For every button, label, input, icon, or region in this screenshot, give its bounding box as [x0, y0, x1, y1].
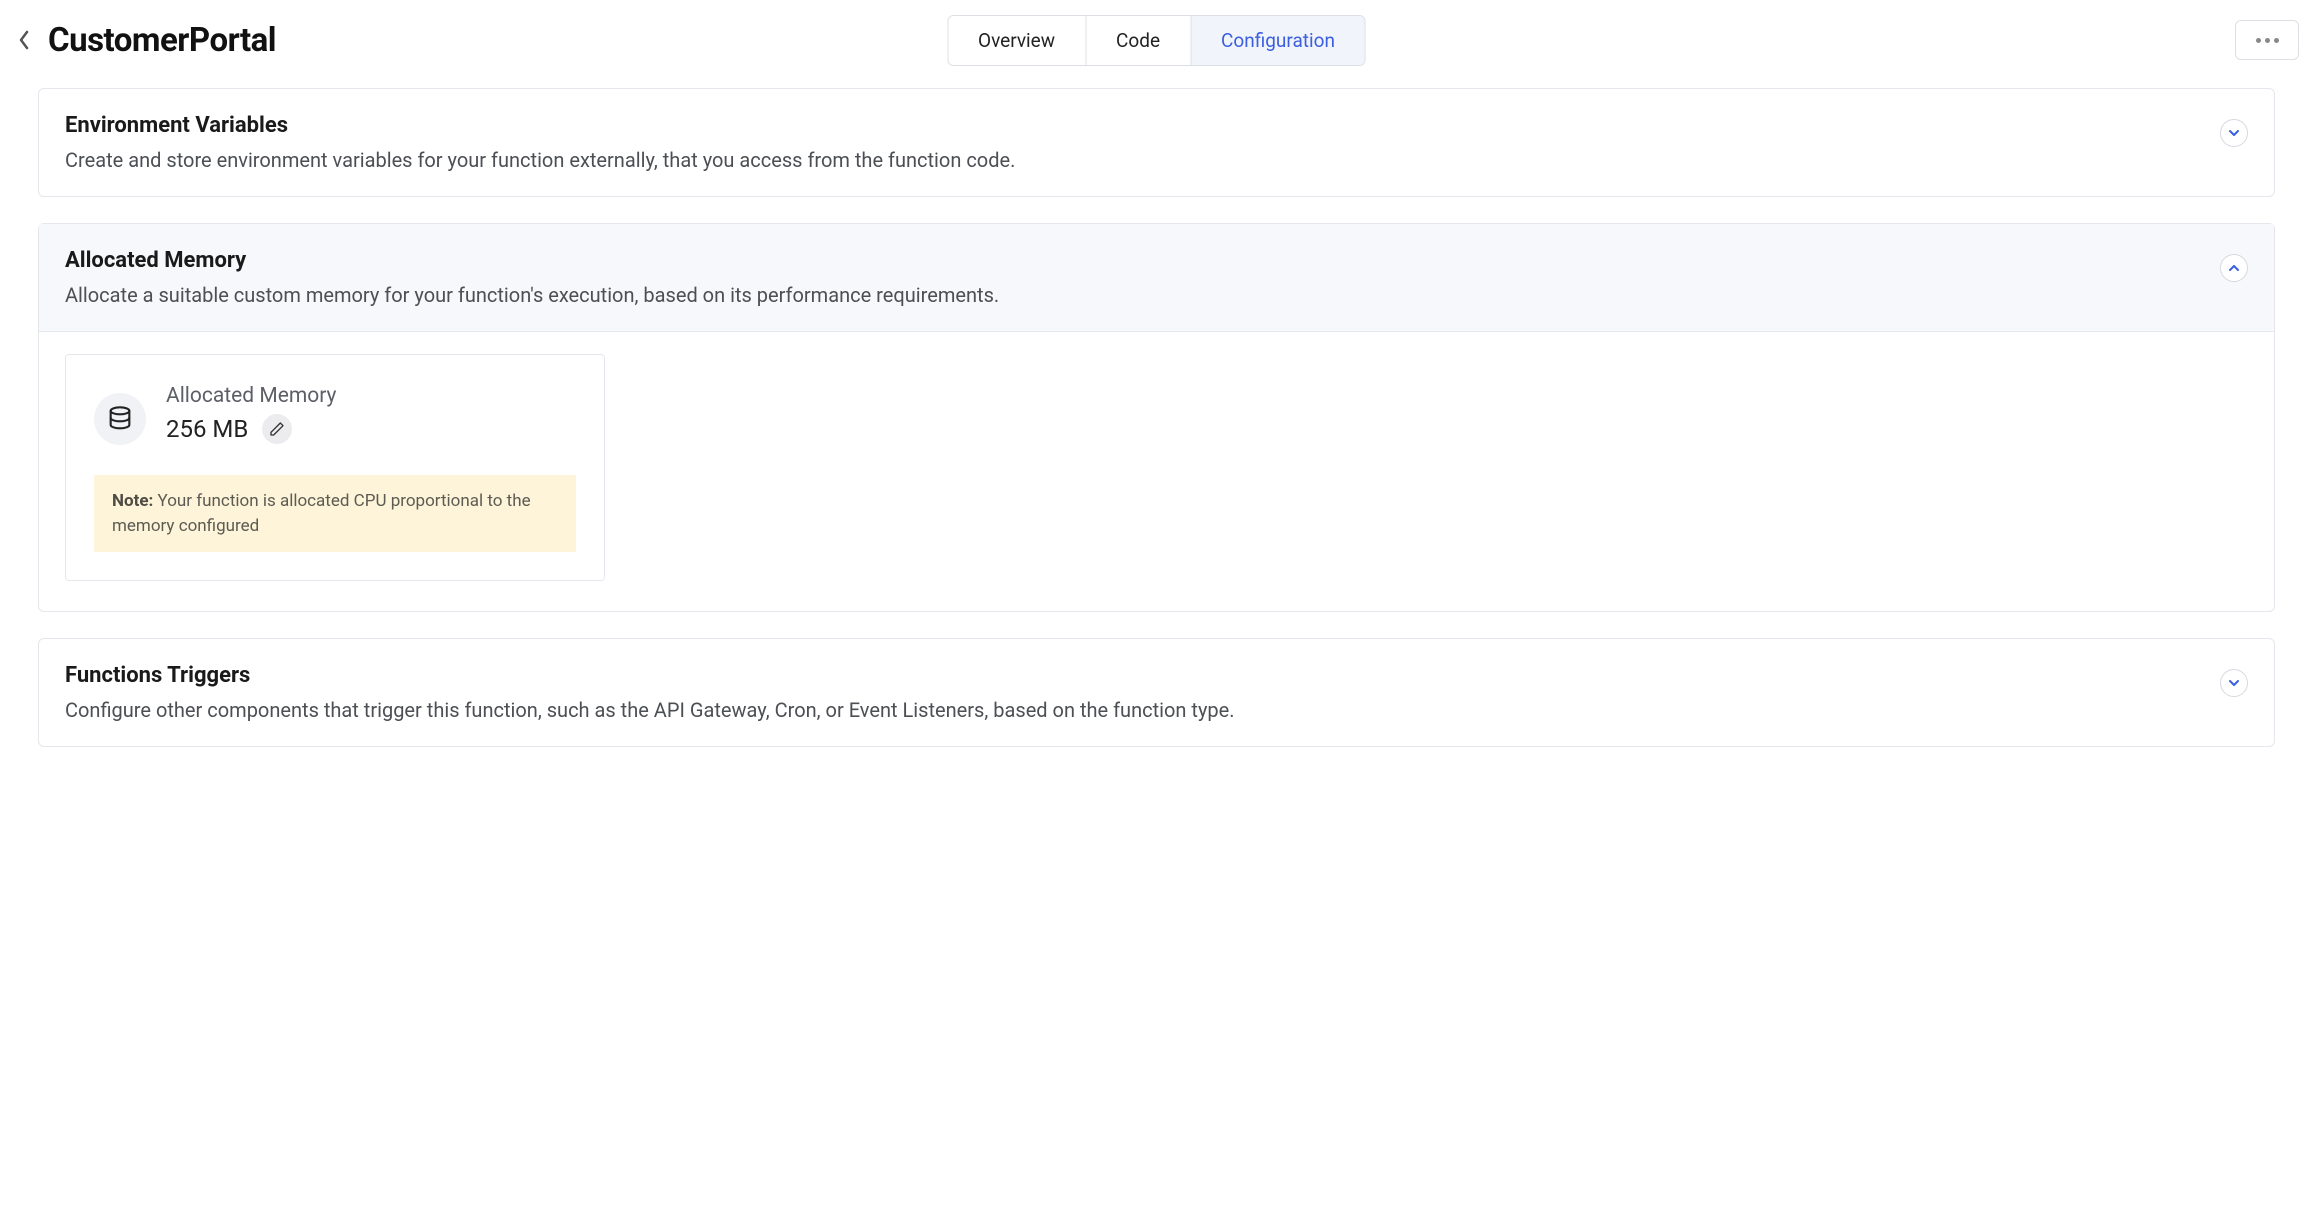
tab-code[interactable]: Code	[1086, 16, 1191, 65]
database-icon	[94, 393, 146, 445]
panel-header-env[interactable]: Environment Variables Create and store e…	[39, 89, 2274, 196]
panel-title: Allocated Memory	[65, 248, 999, 273]
note-label: Note:	[112, 491, 153, 511]
memory-label: Allocated Memory	[166, 384, 336, 408]
panel-functions-triggers: Functions Triggers Configure other compo…	[38, 638, 2275, 747]
note-text: Your function is allocated CPU proportio…	[112, 491, 531, 536]
chevron-down-icon	[2227, 676, 2241, 690]
chevron-left-icon	[17, 29, 31, 51]
panel-allocated-memory: Allocated Memory Allocate a suitable cus…	[38, 223, 2275, 612]
expand-toggle[interactable]	[2220, 119, 2248, 147]
more-menu-button[interactable]	[2235, 20, 2299, 60]
collapse-toggle[interactable]	[2220, 254, 2248, 282]
dots-icon	[2256, 38, 2261, 43]
tab-group: Overview Code Configuration	[947, 15, 1366, 66]
chevron-up-icon	[2227, 261, 2241, 275]
panel-environment-variables: Environment Variables Create and store e…	[38, 88, 2275, 197]
panel-title: Functions Triggers	[65, 663, 1235, 688]
chevron-down-icon	[2227, 126, 2241, 140]
tab-configuration[interactable]: Configuration	[1191, 16, 1365, 65]
panel-header-memory[interactable]: Allocated Memory Allocate a suitable cus…	[39, 224, 2274, 332]
memory-value: 256 MB	[166, 415, 248, 443]
pencil-icon	[269, 421, 285, 437]
memory-note: Note: Your function is allocated CPU pro…	[94, 475, 576, 552]
page-title: CustomerPortal	[48, 21, 276, 60]
panel-description: Allocate a suitable custom memory for yo…	[65, 281, 999, 309]
panel-description: Create and store environment variables f…	[65, 146, 1015, 174]
tab-overview[interactable]: Overview	[948, 16, 1086, 65]
panel-description: Configure other components that trigger …	[65, 696, 1235, 724]
expand-toggle[interactable]	[2220, 669, 2248, 697]
panel-title: Environment Variables	[65, 113, 1015, 138]
back-button[interactable]	[10, 26, 38, 54]
memory-card: Allocated Memory 256 MB Note: Your funct…	[65, 354, 605, 581]
edit-memory-button[interactable]	[262, 414, 292, 444]
panel-header-triggers[interactable]: Functions Triggers Configure other compo…	[39, 639, 2274, 746]
page-header: CustomerPortal Overview Code Configurati…	[0, 20, 2313, 88]
panel-body-memory: Allocated Memory 256 MB Note: Your funct…	[39, 332, 2274, 611]
